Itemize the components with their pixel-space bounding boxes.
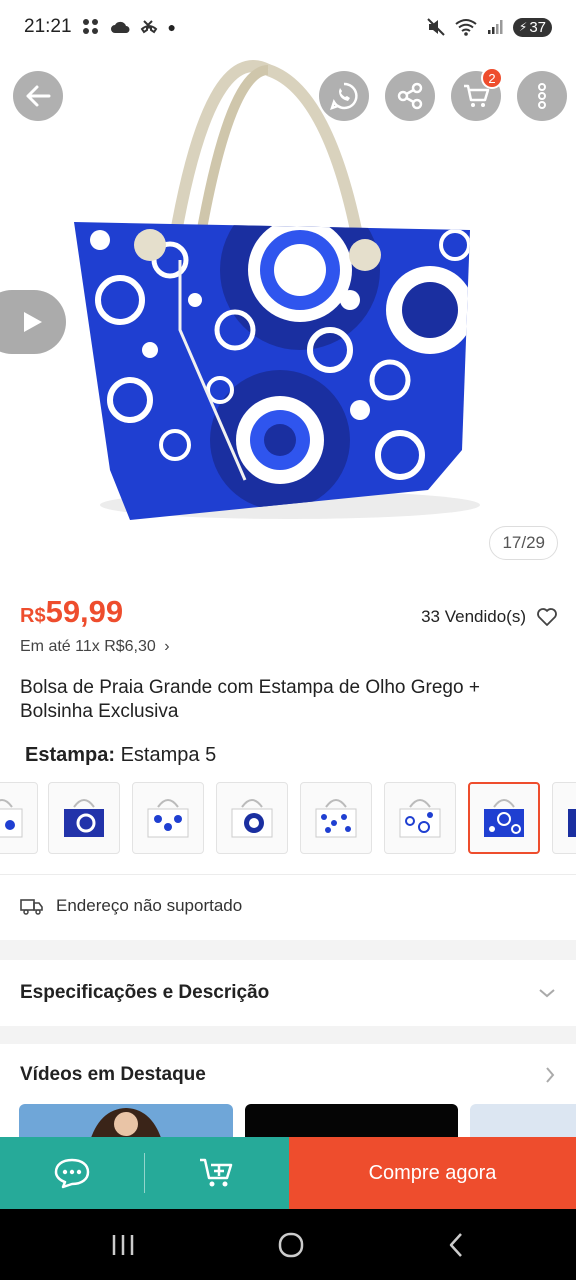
specs-title: Especificações e Descrição [20,982,270,1003]
variant-thumbnail[interactable] [552,782,576,854]
divider [0,874,576,875]
cloud-icon [110,21,130,33]
mute-icon [427,18,445,36]
chevron-down-icon [539,989,555,998]
section-separator [0,1026,576,1044]
product-image [74,60,480,520]
share-icon [397,82,423,110]
cart-button[interactable]: 2 [451,67,503,121]
bag-thumbnail-image [147,799,189,838]
back-icon [26,85,51,107]
product-image-carousel[interactable]: 2 17/29 [0,54,576,574]
play-icon [24,312,42,332]
grid-icon [82,19,98,34]
variant-thumbnail[interactable] [0,782,38,854]
truck-icon [20,899,43,915]
battery-level: 37 [529,18,546,36]
whatsapp-button[interactable] [319,71,369,121]
heart-icon[interactable] [536,607,558,627]
installments-text: Em até 11x R$6,30 [20,638,156,655]
image-counter: 17/29 [489,526,558,560]
back-nav-icon[interactable] [446,1231,466,1259]
specs-section[interactable]: Especificações e Descrição [0,960,576,1026]
signal-icon [487,20,503,34]
variant-thumbnail[interactable] [300,782,372,854]
variant-thumbnail[interactable] [132,782,204,854]
product-title: Bolsa de Praia Grande com Estampa de Olh… [20,677,480,722]
more-button[interactable] [517,71,567,121]
variant-label-value: Estampa 5 [120,744,217,766]
dot-icon: ● [167,19,177,35]
battery-icon: ⚡ 37 [512,17,552,37]
bag-thumbnail-image [315,799,357,838]
add-to-cart-button[interactable] [145,1137,289,1209]
variant-thumbnail[interactable] [48,782,120,854]
recent-apps-icon[interactable] [110,1233,136,1257]
price-currency: R$ [20,605,46,627]
section-separator [0,940,576,960]
buy-now-button[interactable]: Compre agora [289,1137,576,1209]
shipping-address-row[interactable]: Endereço não suportado [20,896,242,916]
action-left-group [0,1137,289,1209]
shipping-address-text: Endereço não suportado [56,896,243,915]
missed-call-icon [140,20,157,34]
sold-count-area: 33 Vendido(s) [421,607,558,627]
price-row: R$ 59,99 33 Vendido(s) [20,594,558,630]
system-navigation-bar [0,1209,576,1280]
featured-videos-header[interactable]: Vídeos em Destaque [0,1044,576,1106]
bag-thumbnail-image [568,809,576,837]
more-icon [538,83,546,109]
home-icon[interactable] [277,1231,305,1259]
chevron-right-icon: › [164,638,170,655]
bag-thumbnail-image [0,799,23,838]
featured-videos-title: Vídeos em Destaque [20,1064,206,1085]
bottom-action-bar: Compre agora [0,1137,576,1209]
back-button[interactable] [13,71,63,121]
variant-thumbnail[interactable] [384,782,456,854]
bag-thumbnail-image [399,799,441,838]
wifi-icon [455,19,477,36]
cart-badge: 2 [481,67,503,89]
bag-thumbnail-image [64,799,104,837]
chevron-right-icon [546,1067,555,1083]
variant-thumbnail-selected[interactable] [468,782,540,854]
status-time: 21:21 [24,16,72,37]
chat-button[interactable] [0,1137,144,1209]
bag-thumbnail-image [484,799,524,837]
variant-label: Estampa: Estampa 5 [25,744,216,767]
price-value: 59,99 [45,594,124,629]
sold-count: 33 Vendido(s) [421,607,526,626]
variant-thumbnails [0,782,576,854]
chat-icon [54,1158,90,1189]
status-bar: 21:21 ● ⚡ 37 [0,0,576,54]
whatsapp-icon [330,82,358,110]
variant-label-key: Estampa: [25,744,116,766]
share-button[interactable] [385,71,435,121]
video-play-button[interactable] [0,290,66,354]
variant-thumbnail[interactable] [216,782,288,854]
bag-thumbnail-image [231,799,273,838]
add-to-cart-icon [200,1158,233,1187]
installments[interactable]: Em até 11x R$6,30 › [20,638,170,656]
